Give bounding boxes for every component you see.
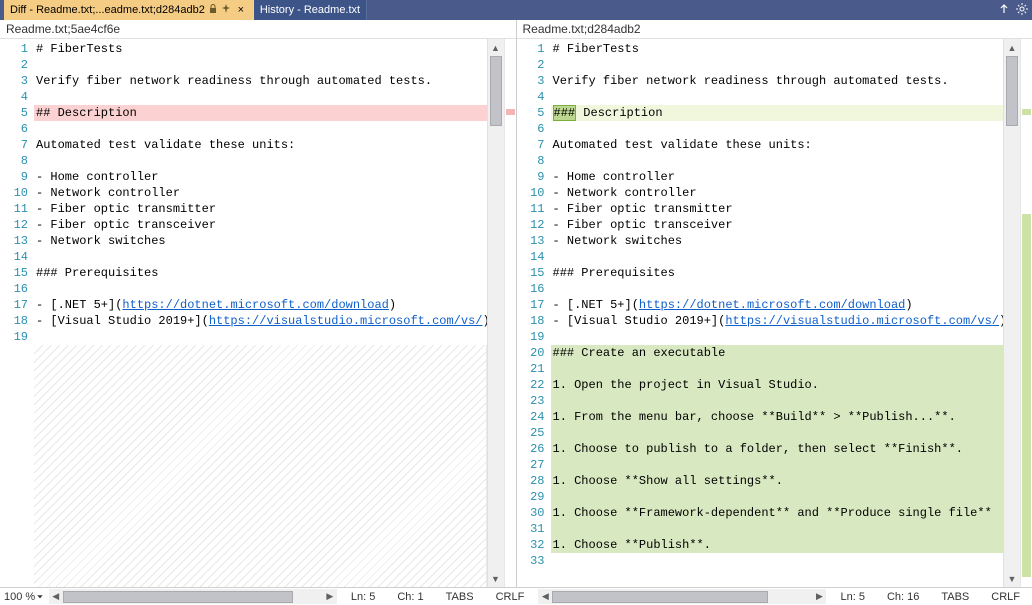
hyperlink[interactable]: https://visualstudio.microsoft.com/vs/: [725, 314, 999, 328]
code-line[interactable]: [551, 553, 1004, 569]
line-endings-right[interactable]: CRLF: [983, 591, 1028, 603]
lock-icon: [209, 4, 217, 17]
zoom-level[interactable]: 100 % ▾: [4, 590, 43, 603]
code-line[interactable]: [551, 89, 1004, 105]
document-tab-0[interactable]: Diff - Readme.txt;...eadme.txt;d284adb2 ×: [4, 0, 254, 20]
left-gutter: 12345678910111213141516171819: [0, 39, 34, 587]
code-line[interactable]: [551, 361, 1004, 377]
cursor-col-right[interactable]: Ch: 16: [879, 591, 927, 603]
right-editor[interactable]: 1234567891011121314151617181920212223242…: [517, 39, 1004, 587]
status-bar: 100 % ▾ ◀▶ Ln: 5 Ch: 1 TABS CRLF ◀▶ Ln: …: [0, 587, 1032, 605]
code-line[interactable]: - Fiber optic transceiver: [34, 217, 487, 233]
code-line[interactable]: 1. Choose **Show all settings**.: [551, 473, 1004, 489]
code-line[interactable]: ### Description: [551, 105, 1004, 121]
left-editor[interactable]: 12345678910111213141516171819 # FiberTes…: [0, 39, 487, 587]
document-tab-1[interactable]: History - Readme.txt: [254, 0, 367, 20]
pin-icon[interactable]: [221, 4, 231, 17]
code-line[interactable]: 1. Choose **Publish**.: [551, 537, 1004, 553]
code-line[interactable]: Verify fiber network readiness through a…: [551, 73, 1004, 89]
cursor-line[interactable]: Ln: 5: [343, 591, 383, 603]
tab-label: History - Readme.txt: [260, 4, 360, 16]
line-endings[interactable]: CRLF: [488, 591, 533, 603]
code-line[interactable]: Automated test validate these units:: [551, 137, 1004, 153]
code-line[interactable]: - [Visual Studio 2019+](https://visualst…: [34, 313, 487, 329]
indent-mode-right[interactable]: TABS: [933, 591, 977, 603]
code-line[interactable]: - [Visual Studio 2019+](https://visualst…: [551, 313, 1004, 329]
code-line[interactable]: [551, 521, 1004, 537]
left-pane-header: Readme.txt;5ae4cf6e: [0, 20, 516, 39]
code-line[interactable]: - Network switches: [34, 233, 487, 249]
code-line[interactable]: - Network controller: [551, 185, 1004, 201]
cursor-line-right[interactable]: Ln: 5: [832, 591, 872, 603]
code-line[interactable]: [34, 57, 487, 73]
code-line[interactable]: - Fiber optic transmitter: [34, 201, 487, 217]
code-line[interactable]: [551, 121, 1004, 137]
hyperlink[interactable]: https://visualstudio.microsoft.com/vs/: [209, 314, 483, 328]
code-line[interactable]: [34, 329, 487, 345]
code-line[interactable]: 1. Choose to publish to a folder, then s…: [551, 441, 1004, 457]
code-line[interactable]: [551, 57, 1004, 73]
gear-icon[interactable]: [1016, 3, 1028, 18]
code-line[interactable]: ### Prerequisites: [551, 265, 1004, 281]
code-line[interactable]: - Home controller: [34, 169, 487, 185]
code-line[interactable]: 1. Open the project in Visual Studio.: [551, 377, 1004, 393]
code-line[interactable]: - Home controller: [551, 169, 1004, 185]
missing-lines-hatch: [34, 345, 487, 587]
right-horizontal-scrollbar[interactable]: ◀▶: [538, 588, 826, 605]
code-line[interactable]: [551, 425, 1004, 441]
code-line[interactable]: [551, 393, 1004, 409]
inline-diff-marker: ###: [553, 105, 577, 121]
right-diff-pane: Readme.txt;d284adb2 12345678910111213141…: [517, 20, 1032, 587]
code-line[interactable]: [34, 249, 487, 265]
hyperlink[interactable]: https://dotnet.microsoft.com/download: [122, 298, 388, 312]
code-line[interactable]: [551, 153, 1004, 169]
left-overview-ruler[interactable]: [504, 39, 516, 587]
code-line[interactable]: Verify fiber network readiness through a…: [34, 73, 487, 89]
code-line[interactable]: [551, 489, 1004, 505]
code-line[interactable]: ### Create an executable: [551, 345, 1004, 361]
code-line[interactable]: - [.NET 5+](https://dotnet.microsoft.com…: [34, 297, 487, 313]
code-line[interactable]: Automated test validate these units:: [34, 137, 487, 153]
code-line[interactable]: ## Description: [34, 105, 487, 121]
window-position-icon[interactable]: [998, 3, 1010, 18]
code-line[interactable]: [551, 249, 1004, 265]
right-code[interactable]: # FiberTests Verify fiber network readin…: [551, 39, 1004, 587]
document-tab-bar: Diff - Readme.txt;...eadme.txt;d284adb2 ×…: [0, 0, 1032, 20]
left-diff-pane: Readme.txt;5ae4cf6e 12345678910111213141…: [0, 20, 517, 587]
right-vertical-scrollbar[interactable]: ▲ ▼: [1003, 39, 1020, 587]
code-line[interactable]: [551, 329, 1004, 345]
right-overview-ruler[interactable]: [1020, 39, 1032, 587]
code-line[interactable]: [34, 121, 487, 137]
right-pane-header: Readme.txt;d284adb2: [517, 20, 1032, 39]
code-line[interactable]: 1. From the menu bar, choose **Build** >…: [551, 409, 1004, 425]
code-line[interactable]: [551, 457, 1004, 473]
indent-mode[interactable]: TABS: [438, 591, 482, 603]
code-line[interactable]: 1. Choose **Framework-dependent** and **…: [551, 505, 1004, 521]
code-line[interactable]: - Fiber optic transmitter: [551, 201, 1004, 217]
tab-label: Diff - Readme.txt;...eadme.txt;d284adb2: [10, 4, 205, 16]
code-line[interactable]: ### Prerequisites: [34, 265, 487, 281]
left-code[interactable]: # FiberTests Verify fiber network readin…: [34, 39, 487, 587]
chevron-down-icon: ▾: [37, 593, 43, 601]
code-line[interactable]: # FiberTests: [34, 41, 487, 57]
left-vertical-scrollbar[interactable]: ▲ ▼: [487, 39, 504, 587]
code-line[interactable]: [34, 281, 487, 297]
right-gutter: 1234567891011121314151617181920212223242…: [517, 39, 551, 587]
code-line[interactable]: [34, 89, 487, 105]
code-line[interactable]: [34, 153, 487, 169]
code-line[interactable]: - Network controller: [34, 185, 487, 201]
zoom-label: 100 %: [4, 591, 35, 603]
close-icon[interactable]: ×: [235, 4, 247, 16]
code-line[interactable]: - Fiber optic transceiver: [551, 217, 1004, 233]
hyperlink[interactable]: https://dotnet.microsoft.com/download: [639, 298, 905, 312]
code-line[interactable]: # FiberTests: [551, 41, 1004, 57]
code-line[interactable]: - [.NET 5+](https://dotnet.microsoft.com…: [551, 297, 1004, 313]
code-line[interactable]: [551, 281, 1004, 297]
cursor-col[interactable]: Ch: 1: [389, 591, 431, 603]
left-horizontal-scrollbar[interactable]: ◀▶: [49, 588, 337, 605]
code-line[interactable]: - Network switches: [551, 233, 1004, 249]
